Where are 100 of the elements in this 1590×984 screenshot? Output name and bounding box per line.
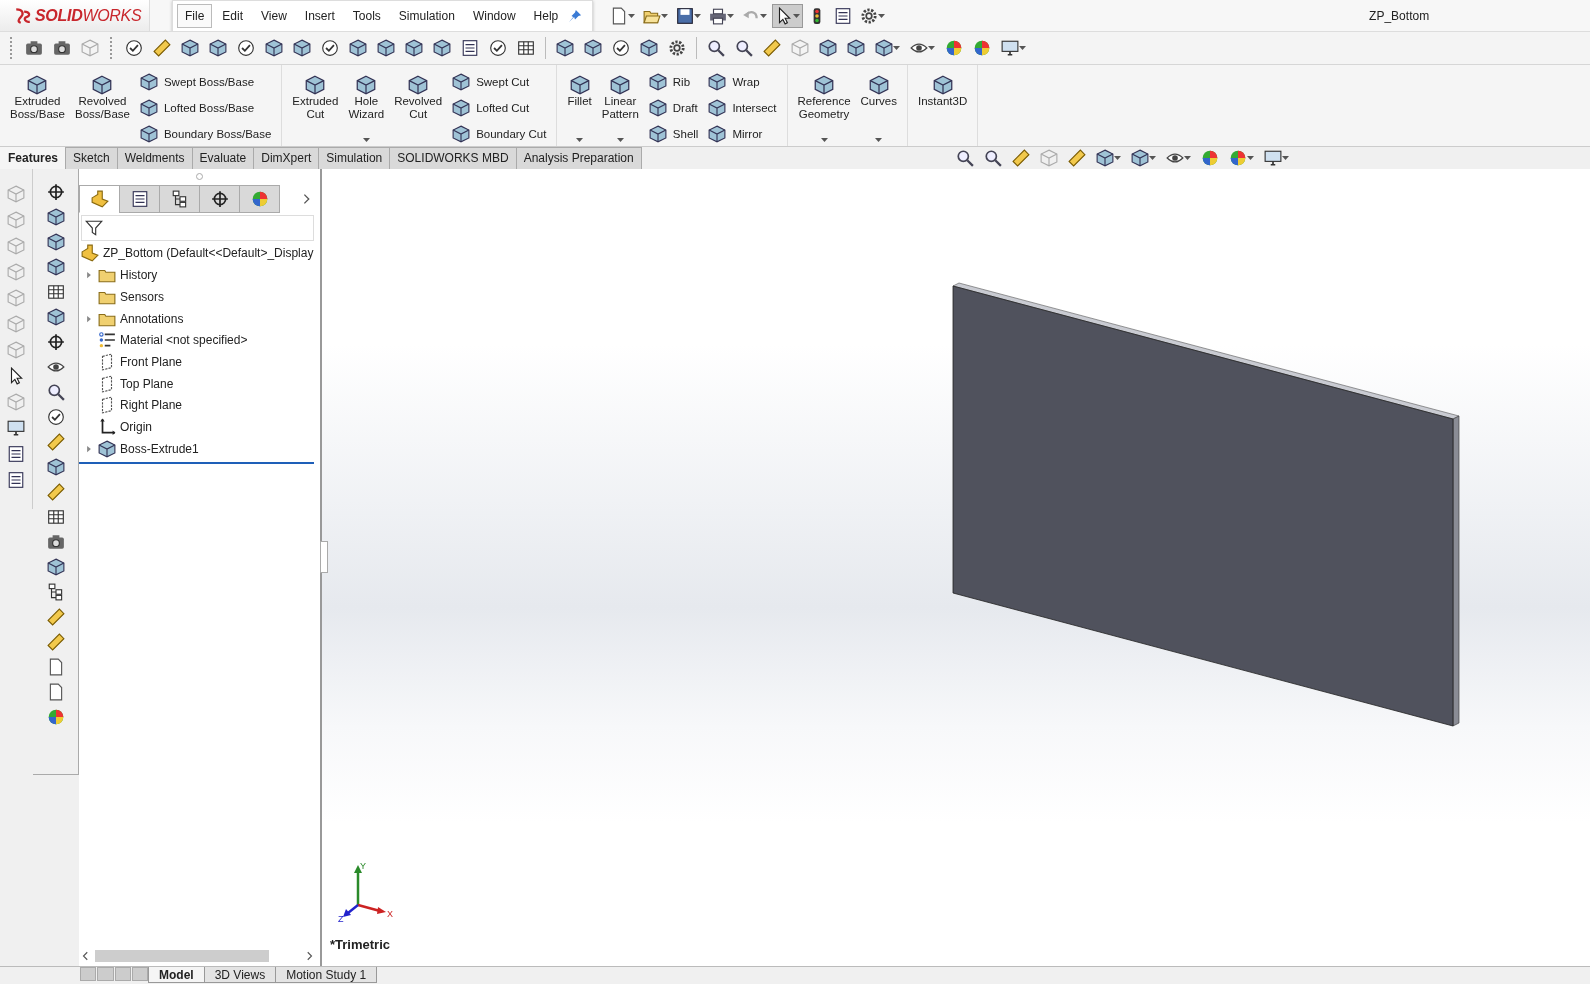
cube-icon[interactable]: [556, 38, 574, 57]
ribbon-button[interactable]: Draft: [646, 96, 701, 119]
cube-icon[interactable]: [847, 38, 865, 57]
color-sphere-icon[interactable]: [973, 38, 991, 57]
ribbon-button[interactable]: Lofted Cut: [450, 96, 549, 119]
list-icon[interactable]: [834, 6, 853, 25]
camera-icon[interactable]: [46, 532, 65, 551]
ribbon-button[interactable]: Boundary Boss/Base: [137, 122, 274, 145]
caret-icon[interactable]: [760, 13, 768, 18]
tab[interactable]: Model: [148, 967, 205, 984]
collapse-handle[interactable]: [320, 540, 328, 573]
list-icon[interactable]: [461, 38, 479, 57]
panel-tab[interactable]: [199, 184, 240, 213]
search-icon[interactable]: [983, 148, 1002, 167]
search-icon[interactable]: [735, 38, 753, 57]
cube-icon[interactable]: [265, 38, 283, 57]
checkmark-icon[interactable]: [612, 38, 630, 57]
caret-icon[interactable]: [1183, 155, 1191, 160]
checkmark-icon[interactable]: [489, 38, 507, 57]
ribbon-button[interactable]: Lofted Boss/Base: [137, 96, 274, 119]
cube-icon[interactable]: [640, 38, 658, 57]
ribbon-button[interactable]: Intersect: [706, 96, 779, 119]
tab[interactable]: 3D Views: [203, 967, 277, 984]
cube-icon[interactable]: [46, 557, 65, 576]
tree-item[interactable]: Sensors: [79, 286, 320, 308]
cube-icon[interactable]: [46, 257, 65, 276]
checkmark-icon[interactable]: [46, 407, 65, 426]
cube-icon[interactable]: [293, 38, 311, 57]
menu-item[interactable]: Insert: [296, 3, 343, 28]
color-sphere-icon[interactable]: [1200, 148, 1219, 167]
cube-icon[interactable]: [405, 38, 423, 57]
ribbon-button[interactable]: Boundary Cut: [450, 122, 549, 145]
ribbon-button[interactable]: Swept Boss/Base: [137, 70, 274, 93]
search-icon[interactable]: [955, 148, 974, 167]
menu-item[interactable]: Window: [464, 3, 524, 28]
panel-tab[interactable]: [119, 184, 160, 213]
filter-field[interactable]: [81, 214, 314, 241]
caret-icon[interactable]: [628, 13, 636, 18]
cube-icon[interactable]: [584, 38, 602, 57]
rollback-bar[interactable]: [79, 461, 314, 464]
tab[interactable]: Motion Study 1: [275, 967, 378, 984]
tree-item[interactable]: Right Plane: [79, 394, 320, 417]
caret-icon[interactable]: [875, 137, 883, 142]
caret-icon[interactable]: [893, 45, 900, 50]
cube-icon[interactable]: [46, 232, 65, 251]
cube-icon[interactable]: [209, 38, 227, 57]
tab[interactable]: DimXpert: [253, 146, 320, 169]
monitor-icon[interactable]: [1263, 148, 1282, 167]
list-icon[interactable]: [7, 444, 25, 463]
ruler-icon[interactable]: [46, 432, 65, 451]
crosshair-icon[interactable]: [46, 332, 65, 351]
ribbon-button[interactable]: Reference Geometry: [795, 68, 853, 146]
search-icon[interactable]: [707, 38, 725, 57]
ribbon-button[interactable]: Linear Pattern: [599, 68, 641, 146]
caret-icon[interactable]: [793, 13, 801, 18]
ribbon-button[interactable]: Extruded Cut: [290, 68, 341, 146]
tree-item[interactable]: Origin: [79, 416, 320, 438]
table-icon[interactable]: [46, 507, 65, 526]
table-icon[interactable]: [517, 38, 535, 57]
search-icon[interactable]: [46, 382, 65, 401]
menu-item[interactable]: File: [177, 3, 213, 28]
cube-icon[interactable]: [819, 38, 837, 57]
tree-structure-icon[interactable]: [46, 582, 65, 601]
tab[interactable]: SOLIDWORKS MBD: [389, 146, 517, 169]
monitor-icon[interactable]: [1001, 38, 1019, 57]
ruler-icon[interactable]: [46, 607, 65, 626]
cube-icon[interactable]: [1130, 148, 1149, 167]
printer-icon[interactable]: [709, 6, 728, 25]
ribbon-button[interactable]: Hole Wizard: [346, 68, 387, 146]
list-icon[interactable]: [7, 470, 25, 489]
table-icon[interactable]: [46, 282, 65, 301]
caret-icon[interactable]: [928, 45, 935, 50]
cube-icon[interactable]: [433, 38, 451, 57]
cube-icon[interactable]: [46, 307, 65, 326]
ruler-icon[interactable]: [763, 38, 781, 57]
ribbon-button[interactable]: Extruded Boss/Base: [8, 68, 67, 146]
checkmark-icon[interactable]: [237, 38, 255, 57]
ruler-icon[interactable]: [46, 632, 65, 651]
color-sphere-icon[interactable]: [46, 707, 65, 726]
menu-item[interactable]: Tools: [344, 3, 389, 28]
tree-item[interactable]: Front Plane: [79, 351, 320, 373]
tree-item[interactable]: Top Plane: [79, 372, 320, 395]
scrollbar-thumb[interactable]: [95, 950, 269, 963]
camera-icon[interactable]: [25, 38, 43, 57]
menu-item[interactable]: Simulation: [390, 3, 463, 28]
cube-icon[interactable]: [1095, 148, 1114, 167]
ribbon-button[interactable]: Shell: [646, 122, 701, 145]
tree-item[interactable]: Annotations: [79, 307, 320, 330]
panel-tab[interactable]: [159, 184, 200, 213]
cube-icon[interactable]: [181, 38, 199, 57]
tab[interactable]: Sketch: [65, 146, 118, 169]
color-sphere-icon[interactable]: [945, 38, 963, 57]
caret-icon[interactable]: [1019, 45, 1026, 50]
ribbon-button[interactable]: Curves: [858, 68, 899, 146]
checkmark-icon[interactable]: [125, 38, 143, 57]
pin-icon[interactable]: [568, 8, 583, 23]
ribbon-button[interactable]: Rib: [646, 70, 701, 93]
tab[interactable]: Simulation: [318, 146, 391, 169]
camera-icon[interactable]: [53, 38, 71, 57]
crosshair-icon[interactable]: [46, 182, 65, 201]
